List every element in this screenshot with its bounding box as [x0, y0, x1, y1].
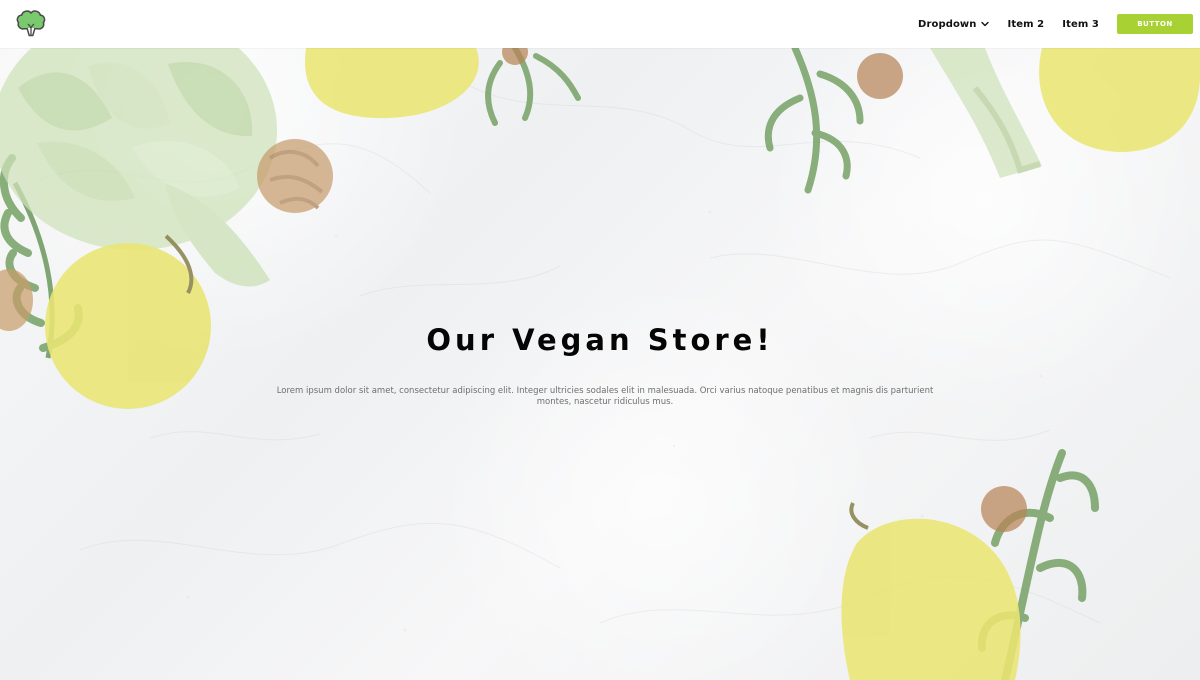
- broccoli-icon[interactable]: [15, 8, 47, 40]
- main-navigation: Dropdown Item 2 Item 3 BUTTON: [918, 14, 1193, 34]
- nav-dropdown[interactable]: Dropdown: [918, 19, 989, 30]
- nav-item-3[interactable]: Item 3: [1062, 19, 1099, 30]
- vegetable-decoration: [0, 48, 1200, 680]
- nav-item-3-label: Item 3: [1062, 18, 1099, 30]
- nav-item-2-label: Item 2: [1007, 18, 1045, 30]
- hazelnut-icon: [502, 48, 1027, 532]
- hero-title: Our Vegan Store!: [426, 323, 774, 357]
- chevron-down-icon: [980, 19, 990, 29]
- top-navigation-bar: Dropdown Item 2 Item 3 BUTTON: [0, 0, 1200, 48]
- hero-description: Lorem ipsum dolor sit amet, consectetur …: [276, 386, 934, 407]
- nav-dropdown-label: Dropdown: [918, 18, 977, 30]
- vegan-store-page: Dropdown Item 2 Item 3 BUTTON Our Vegan …: [0, 0, 1200, 680]
- primary-cta-button[interactable]: BUTTON: [1117, 14, 1193, 34]
- nav-item-2[interactable]: Item 2: [1008, 19, 1045, 30]
- hero-section: Our Vegan Store! Lorem ipsum dolor sit a…: [0, 48, 1200, 680]
